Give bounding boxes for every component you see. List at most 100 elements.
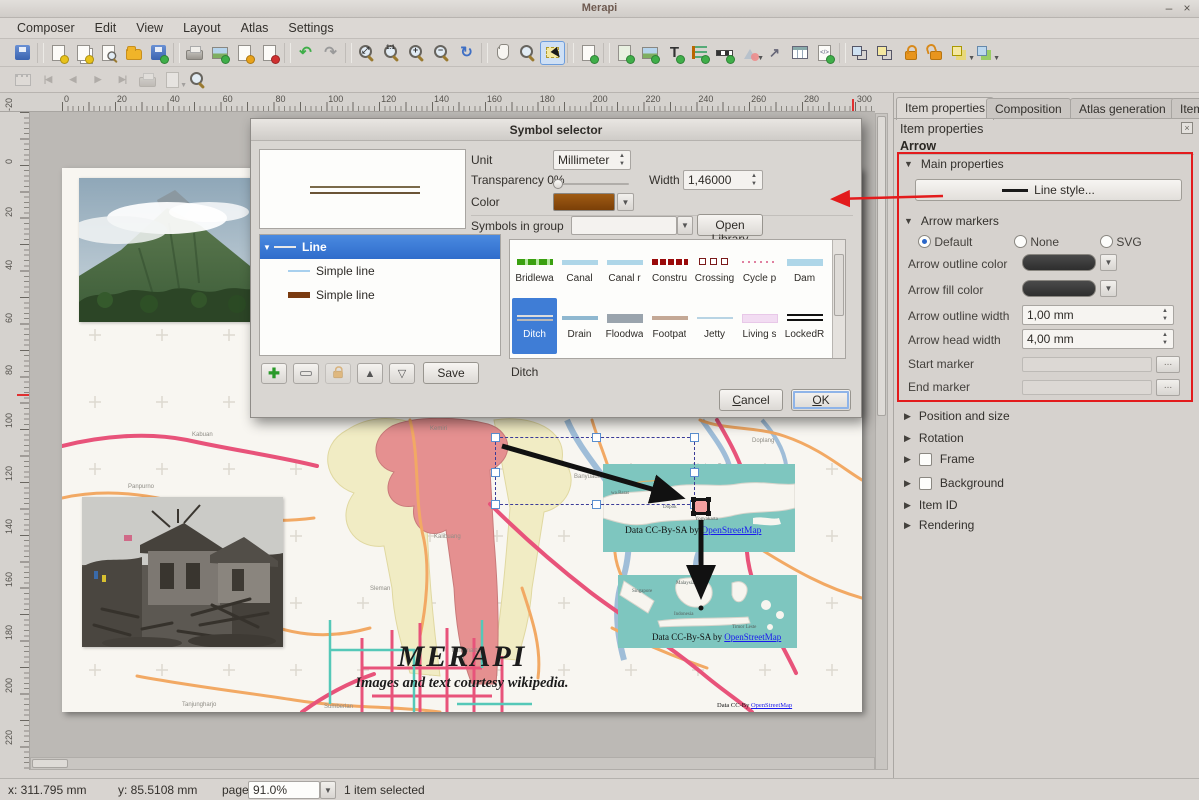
export-image-icon[interactable] xyxy=(207,41,232,65)
move-item-content-icon[interactable] xyxy=(576,41,601,65)
refresh-view-icon[interactable]: ↻ xyxy=(454,41,479,65)
menu-settings[interactable]: Settings xyxy=(279,19,342,37)
width-spinbox[interactable]: 1,46000 ▲▼ xyxy=(683,170,763,190)
section-position-and-size[interactable]: ▶Position and size xyxy=(904,409,1010,423)
spinner-arrows-icon[interactable]: ▲▼ xyxy=(1159,308,1171,322)
tree-expand-icon[interactable]: ▼ xyxy=(260,243,274,252)
add-legend-icon[interactable] xyxy=(687,41,712,65)
print-atlas-icon[interactable] xyxy=(135,68,160,92)
add-table-icon[interactable] xyxy=(787,41,812,65)
vertical-scrollbar[interactable] xyxy=(875,113,888,770)
close-button[interactable]: × xyxy=(1179,1,1195,16)
export-pdf-icon[interactable] xyxy=(257,41,282,65)
section-arrow-markers[interactable]: ▼ Arrow markers xyxy=(904,214,999,228)
section-rendering[interactable]: ▶Rendering xyxy=(904,518,974,532)
unit-combo[interactable]: Millimeter ▲▼ xyxy=(553,150,631,170)
add-html-icon[interactable]: </> xyxy=(812,41,837,65)
symbol-canal-r[interactable]: Canal r xyxy=(602,242,647,298)
marker-handle[interactable] xyxy=(691,511,696,516)
move-layer-up-button[interactable]: ▲ xyxy=(357,363,383,384)
select-move-item-icon[interactable] xyxy=(540,41,565,65)
background-checkbox[interactable] xyxy=(919,477,932,490)
spinner-arrows-icon[interactable]: ▲▼ xyxy=(748,173,760,187)
lock-items-icon[interactable] xyxy=(898,41,923,65)
symbol-constru[interactable]: Constru xyxy=(647,242,692,298)
volcano-photo[interactable] xyxy=(79,178,255,322)
radio-default[interactable]: Default xyxy=(918,235,972,249)
add-symbol-layer-button[interactable]: ✚ xyxy=(261,363,287,384)
radio-svg-icon[interactable] xyxy=(1100,235,1113,248)
selection-handle-s[interactable] xyxy=(592,500,601,509)
move-layer-down-button[interactable]: ▽ xyxy=(389,363,415,384)
menu-edit[interactable]: Edit xyxy=(86,19,126,37)
symbol-cycle-p[interactable]: Cycle p xyxy=(737,242,782,298)
tab-atlas-generation[interactable]: Atlas generation xyxy=(1070,98,1175,119)
previous-feature-icon[interactable]: ◀ xyxy=(60,68,85,92)
expand-icon[interactable]: ▶ xyxy=(904,478,911,489)
add-scalebar-icon[interactable] xyxy=(712,41,737,65)
arrow-head-width-spinbox[interactable]: 4,00 mm▲▼ xyxy=(1022,329,1174,349)
selection-handle-w[interactable] xyxy=(491,468,500,477)
symbols-group-combo[interactable] xyxy=(571,216,677,235)
collapse-icon[interactable]: ▼ xyxy=(904,159,913,169)
symbol-footpat[interactable]: Footpat xyxy=(647,298,692,354)
symbol-grid-scrollbar[interactable] xyxy=(832,240,845,358)
expand-icon[interactable]: ▶ xyxy=(904,433,911,444)
zoom-level-combo[interactable]: 91.0% ▼ xyxy=(248,781,320,799)
add-shape-icon[interactable]: ▼ xyxy=(737,41,762,65)
composer-manager-icon[interactable] xyxy=(96,41,121,65)
symbol-bridlewa[interactable]: Bridlewa xyxy=(512,242,557,298)
new-composer-icon[interactable] xyxy=(46,41,71,65)
tree-item-simple-line-1[interactable]: Simple line xyxy=(260,259,500,283)
add-map-icon[interactable] xyxy=(612,41,637,65)
add-label-icon[interactable]: T xyxy=(662,41,687,65)
group-items-icon[interactable] xyxy=(848,41,873,65)
osm-link[interactable]: OpenStreetMap xyxy=(701,526,761,536)
section-rotation[interactable]: ▶Rotation xyxy=(904,431,964,445)
expand-icon[interactable]: ▶ xyxy=(904,454,911,465)
end-marker-browse-button[interactable]: ... xyxy=(1156,379,1180,396)
zoom-out-icon[interactable]: − xyxy=(429,41,454,65)
destroyed-house-photo[interactable] xyxy=(82,497,283,647)
arrow-outline-width-spinbox[interactable]: 1,00 mm▲▼ xyxy=(1022,305,1174,325)
symbol-canal[interactable]: Canal xyxy=(557,242,602,298)
cancel-button[interactable]: Cancel xyxy=(719,389,783,411)
outline-color-dropdown-icon[interactable]: ▼ xyxy=(1100,254,1117,271)
start-marker-browse-button[interactable]: ... xyxy=(1156,356,1180,373)
slider-knob[interactable] xyxy=(553,179,563,189)
symbol-layer-tree[interactable]: ▼ Line Simple line Simple line xyxy=(259,234,501,356)
symbol-living-s[interactable]: Living s xyxy=(737,298,782,354)
symbol-dam[interactable]: Dam xyxy=(782,242,827,298)
next-feature-icon[interactable]: ▶ xyxy=(85,68,110,92)
symbol-crossing[interactable]: Crossing xyxy=(692,242,737,298)
osm-link[interactable]: OpenStreetMap xyxy=(751,702,792,709)
tab-item-properties[interactable]: Item properties xyxy=(896,97,994,120)
symbol-ditch[interactable]: Ditch xyxy=(512,298,557,354)
horizontal-scrollbar[interactable] xyxy=(30,757,875,770)
start-marker-field[interactable] xyxy=(1022,357,1152,372)
save-as-template-icon[interactable] xyxy=(146,41,171,65)
ungroup-items-icon[interactable] xyxy=(873,41,898,65)
redo-icon[interactable]: ↷ xyxy=(318,41,343,65)
arrow-fill-color-swatch[interactable] xyxy=(1022,280,1096,297)
last-feature-icon[interactable]: ▶| xyxy=(110,68,135,92)
expand-icon[interactable]: ▶ xyxy=(904,500,911,511)
unlock-items-icon[interactable] xyxy=(923,41,948,65)
menu-composer[interactable]: Composer xyxy=(8,19,84,37)
export-svg-icon[interactable] xyxy=(232,41,257,65)
frame-checkbox[interactable] xyxy=(919,453,932,466)
collapse-icon[interactable]: ▼ xyxy=(904,216,913,226)
spinner-arrows-icon[interactable]: ▲▼ xyxy=(1159,332,1171,346)
open-library-button[interactable]: Open Library xyxy=(697,214,763,236)
end-marker-field[interactable] xyxy=(1022,380,1152,395)
duplicate-composer-icon[interactable] xyxy=(71,41,96,65)
transparency-slider[interactable] xyxy=(553,179,629,189)
print-icon[interactable] xyxy=(182,41,207,65)
symbol-jetty[interactable]: Jetty xyxy=(692,298,737,354)
color-dropdown-icon[interactable]: ▼ xyxy=(617,193,634,211)
open-icon[interactable] xyxy=(121,41,146,65)
dialog-title[interactable]: Symbol selector xyxy=(251,119,861,141)
symbol-drain[interactable]: Drain xyxy=(557,298,602,354)
export-atlas-icon[interactable]: ▼ xyxy=(160,68,185,92)
menu-view[interactable]: View xyxy=(127,19,172,37)
